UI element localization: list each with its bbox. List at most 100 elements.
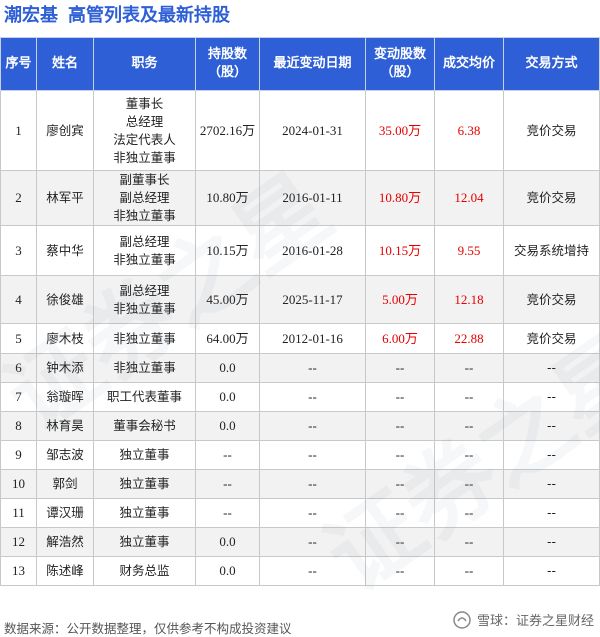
cell-no: 2 [0, 170, 37, 226]
cell-no: 13 [0, 556, 37, 586]
snowball-logo-icon [453, 610, 471, 629]
position-title: 独立董事 [119, 476, 170, 491]
cell-price: -- [434, 527, 504, 557]
cell-date: -- [259, 469, 366, 499]
cell-name: 邹志波 [36, 440, 94, 470]
cell-price: -- [434, 353, 504, 383]
cell-date: -- [259, 411, 366, 441]
cell-change: 5.00万 [365, 275, 435, 324]
table-row: 3 蔡中华 副总经理 非独立董事 10.15万 2016-01-28 10.15万 9.55 交… [0, 225, 600, 276]
cell-shares: 45.00万 [195, 275, 260, 324]
cell-shares: 0.0 [195, 382, 260, 412]
table-row: 8 林育昊 董事会秘书 0.0 -- -- -- -- [0, 411, 600, 441]
cell-name: 林育昊 [36, 411, 94, 441]
cell-no: 1 [0, 90, 37, 171]
table-title: 高管列表及最新持股 [68, 5, 230, 26]
position-title: 副总经理 [119, 190, 170, 205]
cell-change: -- [365, 469, 435, 499]
cell-method: -- [503, 556, 600, 586]
position-title: 副总经理 [119, 233, 170, 249]
cell-no: 5 [0, 323, 37, 354]
cell-price: -- [434, 411, 504, 441]
cell-position: 独立董事 [93, 469, 196, 499]
cell-position: 职工代表董事 [93, 382, 196, 412]
cell-position: 独立董事 [93, 440, 196, 470]
table-row: 2 林军平 副董事长 副总经理 非独立董事 10.80万 2016-01-11 10.80万 1… [0, 170, 600, 226]
position-title: 董事会秘书 [113, 418, 176, 433]
table-row: 12 解浩然 独立董事 0.0 -- -- -- -- [0, 527, 600, 557]
cell-date: -- [259, 353, 366, 383]
table-row: 11 谭汉珊 独立董事 -- -- -- -- -- [0, 498, 600, 528]
table-row: 1 廖创宾 董事长 总经理 法定代表人 非独立董事 2702.16万 2024-01-31 35… [0, 90, 600, 171]
table-row: 7 翁璇晖 职工代表董事 0.0 -- -- -- -- [0, 382, 600, 412]
cell-no: 12 [0, 527, 37, 557]
cell-method: -- [503, 469, 600, 499]
cell-position: 副董事长 副总经理 非独立董事 [93, 170, 196, 226]
cell-change: 10.15万 [365, 225, 435, 276]
cell-method: 竞价交易 [503, 275, 600, 324]
position-title: 副总经理 [119, 282, 170, 298]
position-title: 副董事长 [119, 172, 170, 187]
cell-position: 独立董事 [93, 498, 196, 528]
cell-price: -- [434, 382, 504, 412]
table-row: 5 廖木枝 非独立董事 64.00万 2012-01-16 6.00万 22.88 竞价交易 [0, 323, 600, 354]
cell-shares: 0.0 [195, 527, 260, 557]
cell-price: 12.04 [434, 170, 504, 226]
cell-name: 廖木枝 [36, 323, 94, 354]
cell-name: 陈述峰 [36, 556, 94, 586]
col-header-no: 序号 [0, 37, 37, 91]
cell-change: -- [365, 527, 435, 557]
cell-position: 非独立董事 [93, 353, 196, 383]
cell-change: -- [365, 353, 435, 383]
position-title: 非独立董事 [113, 360, 176, 375]
position-title: 法定代表人 [113, 131, 176, 147]
cell-method: -- [503, 382, 600, 412]
col-header-method: 交易方式 [503, 37, 600, 91]
cell-date: 2025-11-17 [259, 275, 366, 324]
cell-change: 35.00万 [365, 90, 435, 171]
table-row: 13 陈述峰 财务总监 0.0 -- -- -- -- [0, 556, 600, 586]
cell-name: 徐俊雄 [36, 275, 94, 324]
col-header-change: 变动股数 （股） [365, 37, 435, 91]
position-title: 非独立董事 [113, 330, 176, 346]
cell-method: 交易系统增持 [503, 225, 600, 276]
cell-change: -- [365, 382, 435, 412]
table-row: 10 郭剑 独立董事 -- -- -- -- -- [0, 469, 600, 499]
page-title: 潮宏基 高管列表及最新持股 [4, 3, 230, 29]
cell-method: -- [503, 527, 600, 557]
cell-position: 董事会秘书 [93, 411, 196, 441]
cell-price: 22.88 [434, 323, 504, 354]
cell-shares: 10.80万 [195, 170, 260, 226]
cell-price: -- [434, 440, 504, 470]
cell-name: 谭汉珊 [36, 498, 94, 528]
cell-price: 9.55 [434, 225, 504, 276]
cell-method: -- [503, 440, 600, 470]
cell-date: -- [259, 556, 366, 586]
cell-change: 6.00万 [365, 323, 435, 354]
cell-method: 竞价交易 [503, 170, 600, 226]
cell-price: -- [434, 556, 504, 586]
col-header-position: 职务 [93, 37, 196, 91]
cell-method: -- [503, 411, 600, 441]
position-title: 总经理 [125, 113, 164, 129]
cell-no: 10 [0, 469, 37, 499]
brand-mark: 雪球：证券之星财经 [453, 610, 594, 629]
cell-position: 非独立董事 [93, 323, 196, 354]
col-header-date: 最近变动日期 [259, 37, 366, 91]
cell-method: -- [503, 353, 600, 383]
cell-no: 7 [0, 382, 37, 412]
position-title: 非独立董事 [113, 300, 176, 316]
cell-no: 4 [0, 275, 37, 324]
cell-no: 9 [0, 440, 37, 470]
cell-shares: 0.0 [195, 556, 260, 586]
col-header-shares: 持股数 （股） [195, 37, 260, 91]
cell-date: -- [259, 440, 366, 470]
cell-position: 副总经理 非独立董事 [93, 225, 196, 276]
cell-change: -- [365, 556, 435, 586]
cell-date: 2016-01-11 [259, 170, 366, 226]
cell-position: 独立董事 [93, 527, 196, 557]
cell-no: 11 [0, 498, 37, 528]
col-header-price: 成交均价 [434, 37, 504, 91]
executive-holdings-table: 序号 姓名 职务 持股数 （股） 最近变动日期 变动股数 （股） 成交均价 交易方式… [0, 37, 600, 586]
cell-name: 郭剑 [36, 469, 94, 499]
